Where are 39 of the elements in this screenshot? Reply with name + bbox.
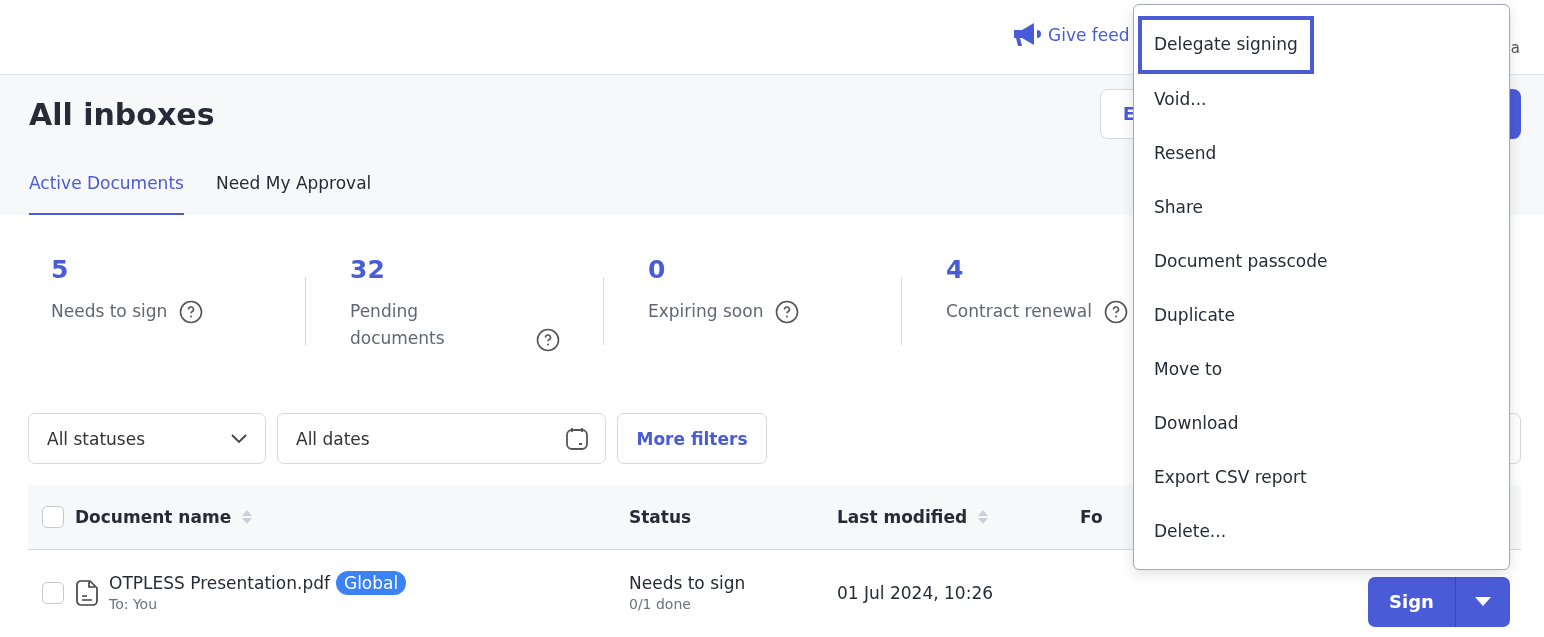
status-text: Needs to sign — [629, 573, 746, 593]
document-icon — [75, 579, 99, 606]
progress-text: 0/1 done — [629, 596, 692, 612]
help-icon[interactable] — [775, 299, 800, 324]
dropdown-button[interactable] — [1455, 576, 1510, 627]
user-name[interactable]: a — [1510, 17, 1520, 57]
document-name[interactable]: OTPLESS Presentation.pdf — [109, 573, 330, 593]
tab[interactable]: Need My Approval — [215, 173, 372, 215]
help-icon[interactable] — [179, 299, 204, 324]
stat-value: 32 — [350, 255, 386, 284]
tab[interactable]: Active Documents — [29, 173, 184, 215]
chevron-down-icon — [231, 433, 247, 444]
stat-label: Pending documents — [350, 300, 445, 350]
megaphone-icon — [1012, 22, 1042, 48]
stat-label: Needs to sign — [51, 300, 168, 323]
help-icon[interactable] — [1103, 299, 1128, 324]
page-title: All inboxes — [29, 96, 215, 132]
menu-item[interactable]: Delegate signing — [1138, 15, 1314, 74]
status-select[interactable]: All statuses — [28, 413, 266, 464]
column-header[interactable]: Last modified — [837, 507, 968, 527]
checkbox[interactable] — [42, 581, 64, 604]
stat-label: Contract renewal — [946, 300, 1092, 323]
sign-button[interactable]: Sign — [1368, 576, 1455, 627]
stat-label: Expiring soon — [648, 300, 764, 323]
column-header[interactable]: Fo — [1080, 507, 1103, 527]
caret-icon — [1475, 597, 1491, 606]
tag: Global — [335, 571, 407, 595]
more-filters-button[interactable]: More filters — [617, 413, 767, 464]
date-field[interactable]: All dates — [277, 413, 606, 464]
modified-date: 01 Jul 2024, 10:26 — [837, 582, 993, 603]
feedback-link[interactable]: Give feed — [1012, 22, 1130, 52]
calendar-icon — [565, 426, 589, 451]
recipient-text: To: You — [109, 596, 159, 612]
checkbox[interactable] — [42, 506, 64, 528]
column-header[interactable]: Document name — [75, 507, 232, 527]
help-icon[interactable] — [536, 328, 560, 352]
stat-value: 0 — [648, 255, 667, 284]
stat-value: 5 — [51, 255, 70, 284]
column-header[interactable]: Status — [629, 507, 692, 527]
